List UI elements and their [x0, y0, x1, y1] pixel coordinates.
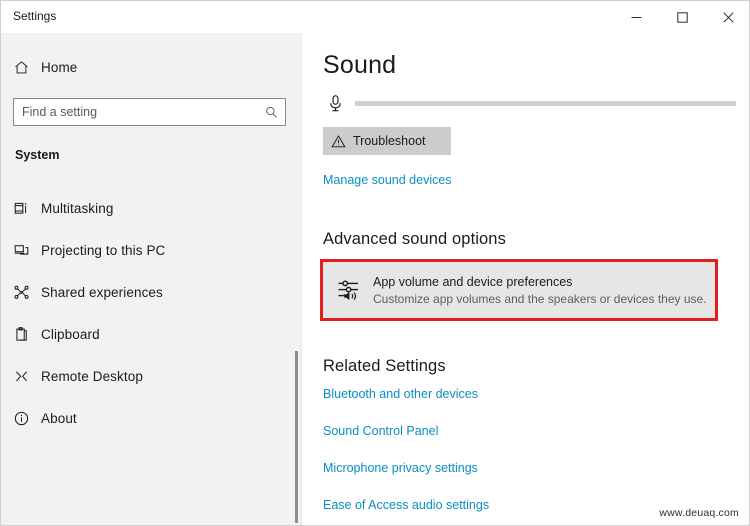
search-box[interactable] [13, 98, 286, 126]
sidebar: Home System [1, 1, 301, 525]
info-icon [1, 410, 41, 427]
projecting-icon [1, 242, 41, 259]
troubleshoot-button[interactable]: Troubleshoot [323, 127, 451, 155]
maximize-icon[interactable] [659, 1, 705, 33]
app-volume-mixer-icon [327, 278, 373, 302]
app-volume-card-title: App volume and device preferences [373, 274, 573, 289]
microphone-icon [323, 94, 347, 113]
settings-window: Home System [0, 0, 750, 526]
multitasking-icon [1, 200, 41, 217]
related-link-sound-control-panel[interactable]: Sound Control Panel [323, 424, 723, 438]
main-content: Sound Troubleshoot Manage sound devices … [302, 1, 749, 525]
sidebar-nav-list: Multitasking Projecting to this PC Share… [1, 187, 301, 439]
window-controls [613, 1, 749, 33]
sidebar-item-shared-experiences[interactable]: Shared experiences [1, 271, 301, 313]
warning-triangle-icon [323, 134, 353, 149]
window-title: Settings [13, 9, 57, 23]
related-link-microphone-privacy-settings[interactable]: Microphone privacy settings [323, 461, 723, 475]
sidebar-item-label: Clipboard [41, 326, 100, 342]
sidebar-item-label: Remote Desktop [41, 368, 143, 384]
app-volume-and-device-preferences-card[interactable]: App volume and device preferences Custom… [320, 259, 718, 321]
sidebar-item-home[interactable]: Home [1, 49, 301, 85]
sidebar-item-label: Shared experiences [41, 284, 163, 300]
input-volume-slider[interactable] [355, 100, 736, 106]
clipboard-icon [1, 326, 41, 343]
advanced-sound-options-heading: Advanced sound options [323, 230, 506, 248]
related-link-bluetooth-and-other-devices[interactable]: Bluetooth and other devices [323, 387, 723, 401]
minimize-icon[interactable] [613, 1, 659, 33]
sidebar-item-clipboard[interactable]: Clipboard [1, 313, 301, 355]
page-title: Sound [323, 51, 397, 79]
sidebar-item-about[interactable]: About [1, 397, 301, 439]
title-bar: Settings [1, 1, 749, 33]
remote-desktop-icon [1, 368, 41, 385]
sidebar-item-label: Projecting to this PC [41, 242, 166, 258]
home-icon [1, 59, 41, 76]
related-settings-heading: Related Settings [323, 357, 446, 375]
sidebar-item-home-label: Home [41, 59, 78, 75]
sidebar-item-multitasking[interactable]: Multitasking [1, 187, 301, 229]
troubleshoot-button-label: Troubleshoot [353, 134, 426, 148]
input-volume-row [323, 91, 738, 115]
close-icon[interactable] [705, 1, 749, 33]
sidebar-item-remote-desktop[interactable]: Remote Desktop [1, 355, 301, 397]
sidebar-scrollbar[interactable] [295, 351, 298, 523]
shared-experiences-icon [1, 284, 41, 301]
search-input[interactable] [14, 99, 257, 125]
app-volume-card-subtitle: Customize app volumes and the speakers o… [373, 291, 707, 306]
sidebar-section-title: System [15, 148, 60, 162]
app-volume-card-text: App volume and device preferences Custom… [373, 275, 707, 306]
sidebar-item-label: Multitasking [41, 200, 114, 216]
search-icon[interactable] [257, 105, 285, 120]
sidebar-item-label: About [41, 410, 77, 426]
related-settings-links: Bluetooth and other devices Sound Contro… [323, 387, 723, 525]
manage-sound-devices-link[interactable]: Manage sound devices [323, 173, 452, 187]
sidebar-item-projecting-to-this-pc[interactable]: Projecting to this PC [1, 229, 301, 271]
watermark: www.deuaq.com [659, 507, 739, 519]
